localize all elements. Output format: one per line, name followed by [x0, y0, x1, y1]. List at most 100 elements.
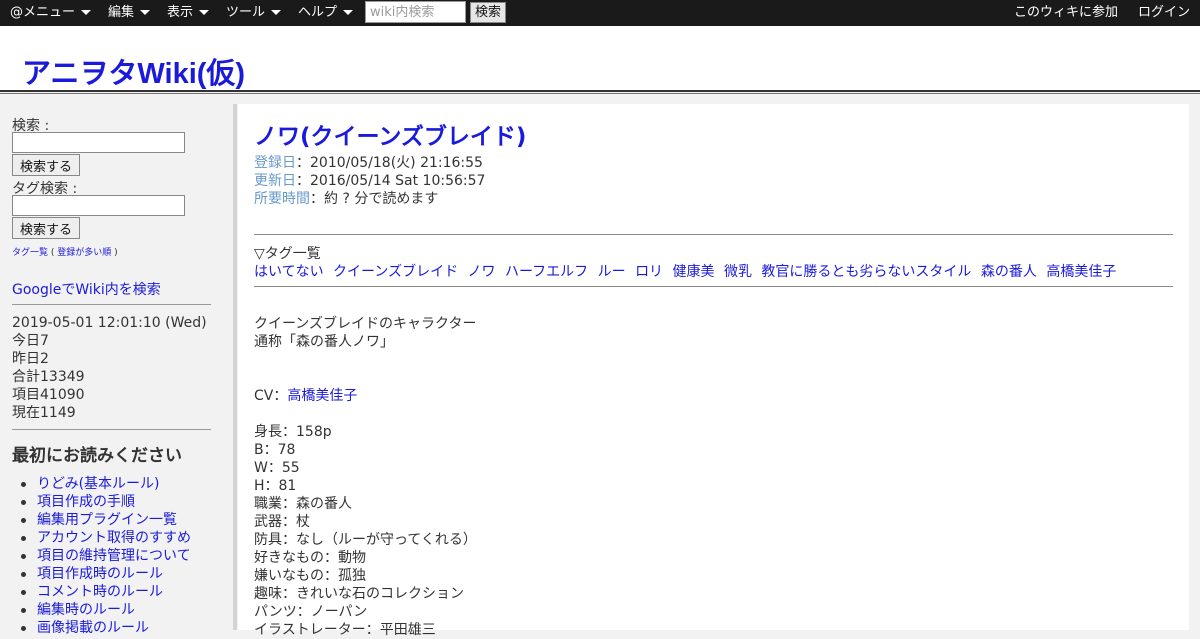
- cv-prefix: CV：: [254, 388, 288, 404]
- reading-time-value: ：約 ? 分で読めます: [310, 191, 439, 207]
- profile-line: 趣味：きれいな石のコレクション: [254, 586, 464, 602]
- menu-help[interactable]: ヘルプ: [298, 0, 354, 26]
- tag-link[interactable]: ノワ: [468, 264, 496, 280]
- site-title-link[interactable]: アニヲタWiki(仮): [22, 58, 245, 90]
- wiki-search-input[interactable]: [365, 1, 466, 23]
- site-title[interactable]: アニヲタWiki(仮): [22, 50, 245, 92]
- intro-line: 通称「森の番人ノワ」: [254, 334, 394, 350]
- profile-line: W：55: [254, 460, 300, 476]
- rule-link[interactable]: 項目作成時のルール: [37, 566, 163, 582]
- list-item: 項目作成時のルール: [21, 565, 191, 583]
- count-items: 項目41090: [12, 387, 85, 403]
- list-item: コメント時のルール: [21, 583, 191, 601]
- tag-link[interactable]: ルー: [598, 264, 626, 280]
- profile-line: パンツ：ノーパン: [254, 604, 368, 620]
- cv-link[interactable]: 高橋美佳子: [287, 388, 357, 404]
- site-header: アニヲタWiki(仮): [0, 26, 1200, 90]
- list-item: アカウント取得のすすめ: [21, 529, 191, 547]
- tag-popular-link[interactable]: 登録が多い順: [57, 248, 111, 258]
- tag-list: はいてない クイーンズブレイド ノワ ハーフエルフ ルー ロリ 健康美 微乳 教…: [254, 261, 1121, 281]
- current-datetime: 2019-05-01 12:01:10 (Wed): [12, 315, 207, 331]
- count-yesterday: 昨日2: [12, 351, 49, 367]
- join-wiki-link[interactable]: このウィキに参加: [1014, 0, 1118, 26]
- rule-link[interactable]: アカウント取得のすすめ: [37, 530, 191, 546]
- login-link[interactable]: ログイン: [1138, 0, 1190, 26]
- menu-edit[interactable]: 編集: [108, 0, 151, 26]
- paren-open: (: [48, 248, 58, 258]
- tag-link[interactable]: 微乳: [724, 264, 752, 280]
- read-first-list: りどみ(基本ルール) 項目作成の手順 編集用プラグイン一覧 アカウント取得のすす…: [21, 475, 191, 637]
- page-meta: 登録日：2010/05/18(火) 21:16:55 更新日：2016/05/1…: [254, 154, 485, 208]
- tag-list-link[interactable]: タグ一覧: [12, 248, 48, 258]
- menu-atmenu[interactable]: @メニュー: [10, 0, 92, 26]
- profile-line: 身長：158p: [254, 424, 332, 440]
- content-divider: [254, 286, 1173, 287]
- sidebar-divider: [12, 304, 211, 305]
- caret-down-icon: [140, 10, 151, 15]
- access-counter: 2019-05-01 12:01:10 (Wed) 今日7 昨日2 合計1334…: [12, 314, 207, 422]
- tag-link[interactable]: 健康美: [673, 264, 715, 280]
- tag-link[interactable]: 森の番人: [981, 264, 1037, 280]
- sidebar-search-button[interactable]: 検索する: [12, 154, 80, 176]
- rule-link[interactable]: 項目作成の手順: [37, 494, 135, 510]
- list-item: 編集用プラグイン一覧: [21, 511, 191, 529]
- tag-link[interactable]: 教官に勝るとも劣らないスタイル: [761, 264, 971, 280]
- rule-link[interactable]: 項目の維持管理について: [37, 548, 191, 564]
- menu-label: @メニュー: [10, 5, 76, 20]
- list-item: 画像掲載のルール: [21, 619, 191, 637]
- count-total: 合計13349: [12, 369, 85, 385]
- main-content: ノワ(クイーンズブレイド) 登録日：2010/05/18(火) 21:16:55…: [238, 104, 1189, 638]
- content-divider: [254, 234, 1173, 235]
- profile-line: 好きなもの：動物: [254, 550, 366, 566]
- menu-label: ツール: [226, 5, 266, 20]
- list-item: 編集時のルール: [21, 601, 191, 619]
- rule-link[interactable]: 編集時のルール: [37, 602, 135, 618]
- rule-link[interactable]: 画像掲載のルール: [37, 620, 149, 636]
- profile-line: H：81: [254, 478, 297, 494]
- profile-line: イラストレーター：平田雄三: [254, 622, 436, 638]
- rule-link[interactable]: 編集用プラグイン一覧: [37, 512, 177, 528]
- tag-link[interactable]: ロリ: [635, 264, 663, 280]
- intro-line: クイーンズブレイドのキャラクター: [254, 316, 477, 332]
- menu-view[interactable]: 表示: [167, 0, 210, 26]
- paren-close: ): [111, 248, 118, 258]
- page-title-link[interactable]: ノワ(クイーンズブレイド): [254, 124, 526, 150]
- page-title[interactable]: ノワ(クイーンズブレイド): [254, 117, 526, 151]
- tag-link[interactable]: はいてない: [254, 264, 324, 280]
- tag-search-input[interactable]: [12, 195, 185, 216]
- rule-link[interactable]: りどみ(基本ルール): [37, 476, 160, 492]
- profile-line: B：78: [254, 442, 296, 458]
- reading-time-label: 所要時間: [254, 191, 310, 207]
- menu-label: 編集: [108, 5, 135, 20]
- caret-down-icon: [343, 10, 354, 15]
- header-divider-thin: [0, 93, 1200, 94]
- top-menu-bar: @メニュー 編集 表示 ツール ヘルプ 検索 このウィキに参加 ログイン: [0, 0, 1200, 26]
- profile-line: 防具：なし（ルーが守ってくれる）: [254, 532, 477, 548]
- list-item: 項目の維持管理について: [21, 547, 191, 565]
- list-item: 項目作成の手順: [21, 493, 191, 511]
- wiki-search-button[interactable]: 検索: [470, 2, 506, 23]
- profile-line: 武器：杖: [254, 514, 310, 530]
- cv-line: CV：高橋美佳子: [254, 385, 357, 405]
- sidebar-divider: [12, 429, 211, 430]
- sidebar-search-input[interactable]: [12, 132, 185, 153]
- tag-link[interactable]: クイーンズブレイド: [333, 264, 458, 280]
- registered-value: ：2010/05/18(火) 21:16:55: [296, 155, 483, 171]
- count-today: 今日7: [12, 333, 49, 349]
- menu-label: 表示: [167, 5, 194, 20]
- google-search-link[interactable]: GoogleでWiki内を検索: [12, 279, 161, 299]
- rule-link[interactable]: コメント時のルール: [37, 584, 163, 600]
- tag-links: タグ一覧 ( 登録が多い順 ): [12, 245, 118, 258]
- sidebar: 検索 : 検索する タグ検索 : 検索する タグ一覧 ( 登録が多い順 ) Go…: [0, 104, 232, 636]
- updated-label: 更新日: [254, 173, 296, 189]
- tag-search-button[interactable]: 検索する: [12, 217, 80, 239]
- caret-down-icon: [271, 10, 282, 15]
- tag-link[interactable]: ハーフエルフ: [505, 264, 588, 280]
- tag-link[interactable]: 高橋美佳子: [1046, 264, 1116, 280]
- menu-tools[interactable]: ツール: [226, 0, 282, 26]
- read-first-heading: 最初にお読みください: [12, 446, 182, 466]
- menu-label: ヘルプ: [298, 5, 338, 20]
- list-item: りどみ(基本ルール): [21, 475, 191, 493]
- tags-heading[interactable]: ▽タグ一覧: [254, 243, 321, 263]
- profile-line: 嫌いなもの：孤独: [254, 568, 366, 584]
